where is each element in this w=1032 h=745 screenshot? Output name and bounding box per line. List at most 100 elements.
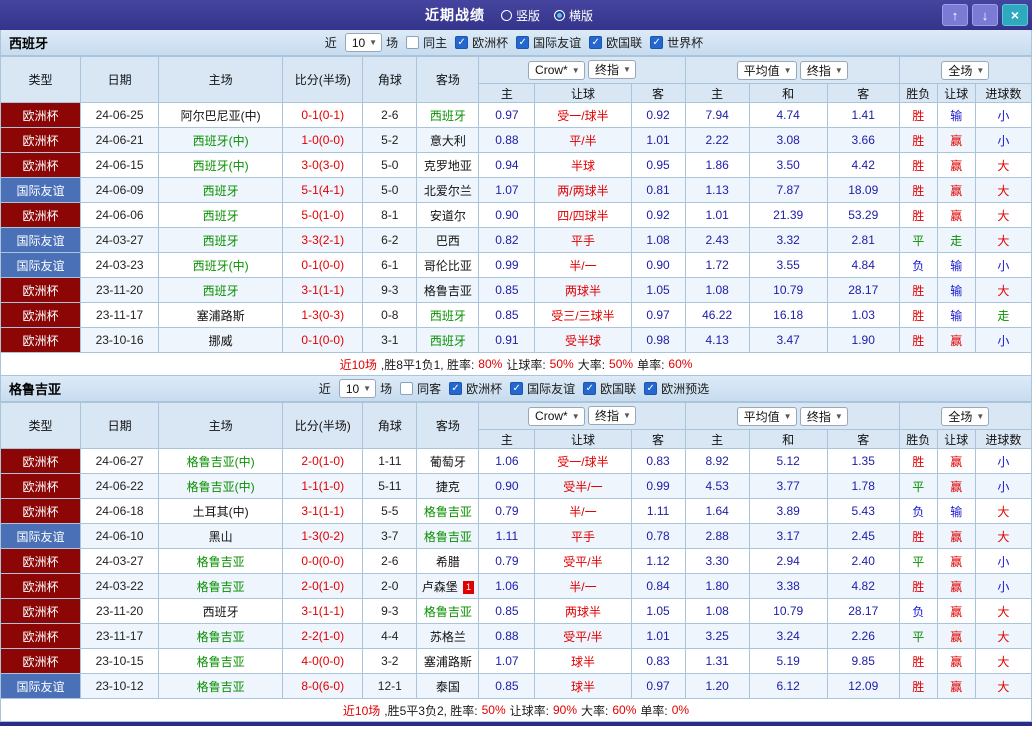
comp-nationsleague-label: 欧国联 [606, 34, 642, 51]
away-team-link[interactable]: 格鲁吉亚 [417, 499, 479, 524]
average-stage-select[interactable]: 终指▼ [800, 407, 848, 426]
match-count-select[interactable]: 10▼ [345, 33, 382, 52]
home-team-link[interactable]: 格鲁吉亚(中) [159, 474, 283, 499]
home-team-link[interactable]: 挪威 [159, 328, 283, 353]
away-team-link[interactable]: 克罗地亚 [417, 153, 479, 178]
home-team-link[interactable]: 西班牙 [159, 599, 283, 624]
away-team-link[interactable]: 格鲁吉亚 [417, 278, 479, 303]
result-wdl: 胜 [899, 303, 937, 328]
match-score: 1-3(0-3) [283, 303, 363, 328]
away-team-link[interactable]: 北爱尔兰 [417, 178, 479, 203]
result-wdl: 胜 [899, 524, 937, 549]
result-goals: 小 [975, 449, 1031, 474]
bookmaker-select[interactable]: Crow*▼ [528, 407, 585, 426]
home-odds: 0.79 [479, 499, 535, 524]
away-team-link[interactable]: 苏格兰 [417, 624, 479, 649]
odds-stage-select[interactable]: 终指▼ [588, 406, 636, 425]
home-team-link[interactable]: 西班牙(中) [159, 253, 283, 278]
match-date: 24-03-23 [81, 253, 159, 278]
avg-home-odds: 1.20 [685, 674, 749, 699]
corner-score: 12-1 [363, 674, 417, 699]
period-select[interactable]: 全场▼ [941, 407, 989, 426]
match-row: 欧洲杯23-10-15格鲁吉亚4-0(0-0)3-2塞浦路斯1.07球半0.83… [1, 649, 1032, 674]
home-team-link[interactable]: 格鲁吉亚 [159, 649, 283, 674]
home-team-link[interactable]: 西班牙 [159, 178, 283, 203]
layout-horizontal-radio[interactable]: 横版 [554, 7, 593, 24]
away-team-link[interactable]: 哥伦比亚 [417, 253, 479, 278]
same-venue-checkbox[interactable] [400, 382, 413, 395]
close-button[interactable]: × [1002, 4, 1028, 26]
home-team-link[interactable]: 格鲁吉亚 [159, 624, 283, 649]
home-team-link[interactable]: 阿尔巴尼亚(中) [159, 103, 283, 128]
match-date: 23-11-20 [81, 599, 159, 624]
select-value: 终指 [807, 408, 831, 425]
match-score: 0-1(0-0) [283, 253, 363, 278]
home-team-link[interactable]: 格鲁吉亚 [159, 549, 283, 574]
comp-euro-checkbox[interactable]: ✓ [455, 36, 468, 49]
same-venue-checkbox[interactable] [406, 36, 419, 49]
result-handicap: 赢 [937, 178, 975, 203]
home-team-link[interactable]: 格鲁吉亚 [159, 674, 283, 699]
home-odds: 1.06 [479, 574, 535, 599]
avg-home-odds: 46.22 [685, 303, 749, 328]
away-team-link[interactable]: 巴西 [417, 228, 479, 253]
away-team-link[interactable]: 意大利 [417, 128, 479, 153]
home-team-link[interactable]: 西班牙 [159, 278, 283, 303]
away-odds: 1.05 [631, 278, 685, 303]
match-date: 23-10-12 [81, 674, 159, 699]
away-team-link[interactable]: 格鲁吉亚 [417, 524, 479, 549]
summary-text: 大率: [581, 702, 608, 719]
bookmaker-select[interactable]: Crow*▼ [528, 61, 585, 80]
competition-badge: 欧洲杯 [1, 574, 81, 599]
away-team-link[interactable]: 捷克 [417, 474, 479, 499]
handicap-line: 受三/三球半 [535, 303, 631, 328]
away-odds: 1.01 [631, 128, 685, 153]
summary-win-rate: 50% [482, 703, 506, 717]
average-select[interactable]: 平均值▼ [737, 407, 797, 426]
avg-home-odds: 4.13 [685, 328, 749, 353]
comp-worldcup-checkbox[interactable]: ✓ [650, 36, 663, 49]
home-team-link[interactable]: 西班牙 [159, 228, 283, 253]
layout-vertical-radio[interactable]: 竖版 [501, 7, 540, 24]
comp-nationsleague-checkbox[interactable]: ✓ [583, 382, 596, 395]
average-stage-select[interactable]: 终指▼ [800, 61, 848, 80]
away-team-link[interactable]: 西班牙 [417, 303, 479, 328]
away-team-link[interactable]: 安道尔 [417, 203, 479, 228]
scroll-down-button[interactable]: ↓ [972, 4, 998, 26]
average-select[interactable]: 平均值▼ [737, 61, 797, 80]
team-name: 格鲁吉亚 [9, 379, 61, 398]
away-team-link[interactable]: 格鲁吉亚 [417, 599, 479, 624]
avg-home-odds: 7.94 [685, 103, 749, 128]
avg-away-odds: 1.90 [827, 328, 899, 353]
col-odds-home: 主 [479, 430, 535, 449]
home-team-link[interactable]: 格鲁吉亚(中) [159, 449, 283, 474]
home-team-link[interactable]: 西班牙(中) [159, 153, 283, 178]
odds-stage-select[interactable]: 终指▼ [588, 60, 636, 79]
col-date: 日期 [81, 57, 159, 103]
comp-nationsleague-checkbox[interactable]: ✓ [589, 36, 602, 49]
period-select[interactable]: 全场▼ [941, 61, 989, 80]
comp-friendly-checkbox[interactable]: ✓ [516, 36, 529, 49]
away-team-link[interactable]: 塞浦路斯 [417, 649, 479, 674]
away-team-link[interactable]: 泰国 [417, 674, 479, 699]
away-team-link[interactable]: 西班牙 [417, 103, 479, 128]
home-team-link[interactable]: 塞浦路斯 [159, 303, 283, 328]
comp-friendly-checkbox[interactable]: ✓ [510, 382, 523, 395]
away-team-link[interactable]: 西班牙 [417, 328, 479, 353]
corner-score: 3-2 [363, 649, 417, 674]
home-team-link[interactable]: 土耳其(中) [159, 499, 283, 524]
home-team-link[interactable]: 黑山 [159, 524, 283, 549]
comp-qualifiers-checkbox[interactable]: ✓ [644, 382, 657, 395]
match-count-select[interactable]: 10▼ [339, 379, 376, 398]
home-team-link[interactable]: 西班牙 [159, 203, 283, 228]
away-odds: 0.99 [631, 474, 685, 499]
select-value: 终指 [595, 61, 619, 78]
away-team-link[interactable]: 葡萄牙 [417, 449, 479, 474]
home-team-link[interactable]: 格鲁吉亚 [159, 574, 283, 599]
away-team-link[interactable]: 希腊 [417, 549, 479, 574]
comp-euro-checkbox[interactable]: ✓ [449, 382, 462, 395]
home-team-link[interactable]: 西班牙(中) [159, 128, 283, 153]
scroll-up-button[interactable]: ↑ [942, 4, 968, 26]
away-team-link[interactable]: 卢森堡 1 [417, 574, 479, 599]
avg-home-odds: 4.53 [685, 474, 749, 499]
